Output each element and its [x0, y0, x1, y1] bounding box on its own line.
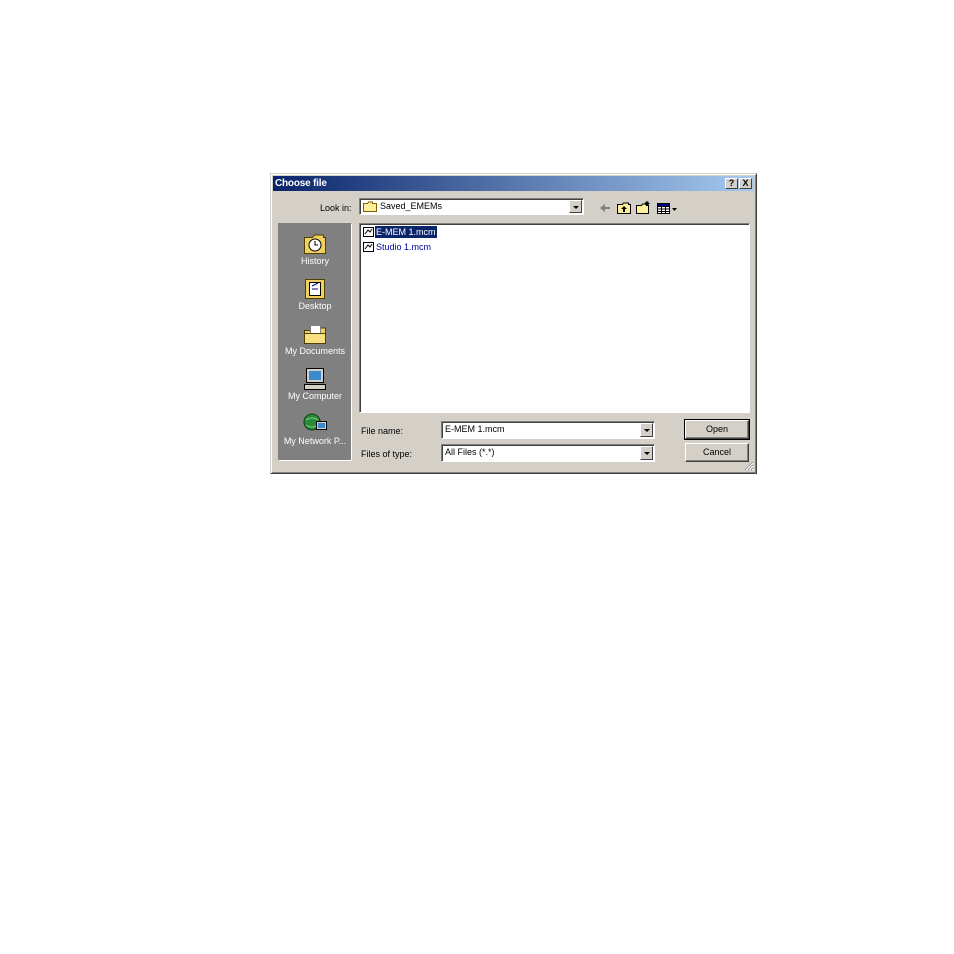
places-bar: History Desktop My Documents My Computer…	[278, 223, 352, 461]
places-item-my-computer[interactable]: My Computer	[279, 367, 351, 401]
my-computer-icon	[304, 368, 326, 390]
file-type-value: All Files (*.*)	[445, 447, 495, 457]
places-label: My Network P...	[283, 436, 347, 446]
places-item-desktop[interactable]: Desktop	[279, 277, 351, 311]
file-icon	[363, 227, 374, 237]
file-name-label: File name:	[361, 426, 404, 436]
file-name-input[interactable]: E-MEM 1.mcm	[441, 421, 655, 439]
title-bar[interactable]: Choose file ? X	[273, 176, 754, 191]
network-places-icon	[303, 413, 327, 431]
places-item-history[interactable]: History	[279, 232, 351, 266]
file-icon	[363, 242, 374, 252]
history-icon	[304, 234, 326, 254]
close-button[interactable]: X	[739, 178, 752, 189]
my-documents-icon	[304, 325, 326, 344]
look-in-dropdown-arrow[interactable]	[569, 200, 582, 213]
view-menu-icon[interactable]	[656, 200, 678, 216]
file-name-dropdown-arrow[interactable]	[640, 423, 653, 437]
up-folder-icon[interactable]	[616, 200, 632, 216]
places-label: My Documents	[284, 346, 346, 356]
open-button[interactable]: Open	[684, 419, 750, 440]
desktop-icon	[305, 279, 325, 299]
places-label: Desktop	[298, 301, 332, 311]
places-item-network-places[interactable]: My Network P...	[279, 412, 351, 446]
places-label: History	[300, 256, 329, 266]
file-list[interactable]: E-MEM 1.mcm Studio 1.mcm	[359, 223, 750, 413]
file-type-label: Files of type:	[361, 449, 413, 459]
file-name: E-MEM 1.mcm	[375, 226, 437, 238]
dialog-title: Choose file	[275, 178, 327, 189]
file-name: Studio 1.mcm	[376, 242, 432, 252]
look-in-value: Saved_EMEMs	[380, 201, 443, 211]
places-item-my-documents[interactable]: My Documents	[279, 322, 351, 356]
file-type-select[interactable]: All Files (*.*)	[441, 444, 655, 462]
places-label: My Computer	[287, 391, 342, 401]
resize-grip-icon[interactable]	[743, 460, 754, 471]
back-arrow-icon[interactable]	[597, 200, 613, 216]
new-folder-icon[interactable]	[635, 200, 651, 216]
look-in-combo[interactable]: Saved_EMEMs	[359, 198, 584, 215]
folder-icon	[363, 201, 377, 212]
help-button[interactable]: ?	[725, 178, 738, 189]
file-name-value: E-MEM 1.mcm	[445, 424, 505, 434]
file-type-dropdown-arrow[interactable]	[640, 446, 653, 460]
cancel-button[interactable]: Cancel	[685, 443, 749, 462]
look-in-label: Look in:	[320, 203, 352, 213]
choose-file-dialog: Choose file ? X Look in: Saved_EMEMs His…	[270, 173, 757, 474]
